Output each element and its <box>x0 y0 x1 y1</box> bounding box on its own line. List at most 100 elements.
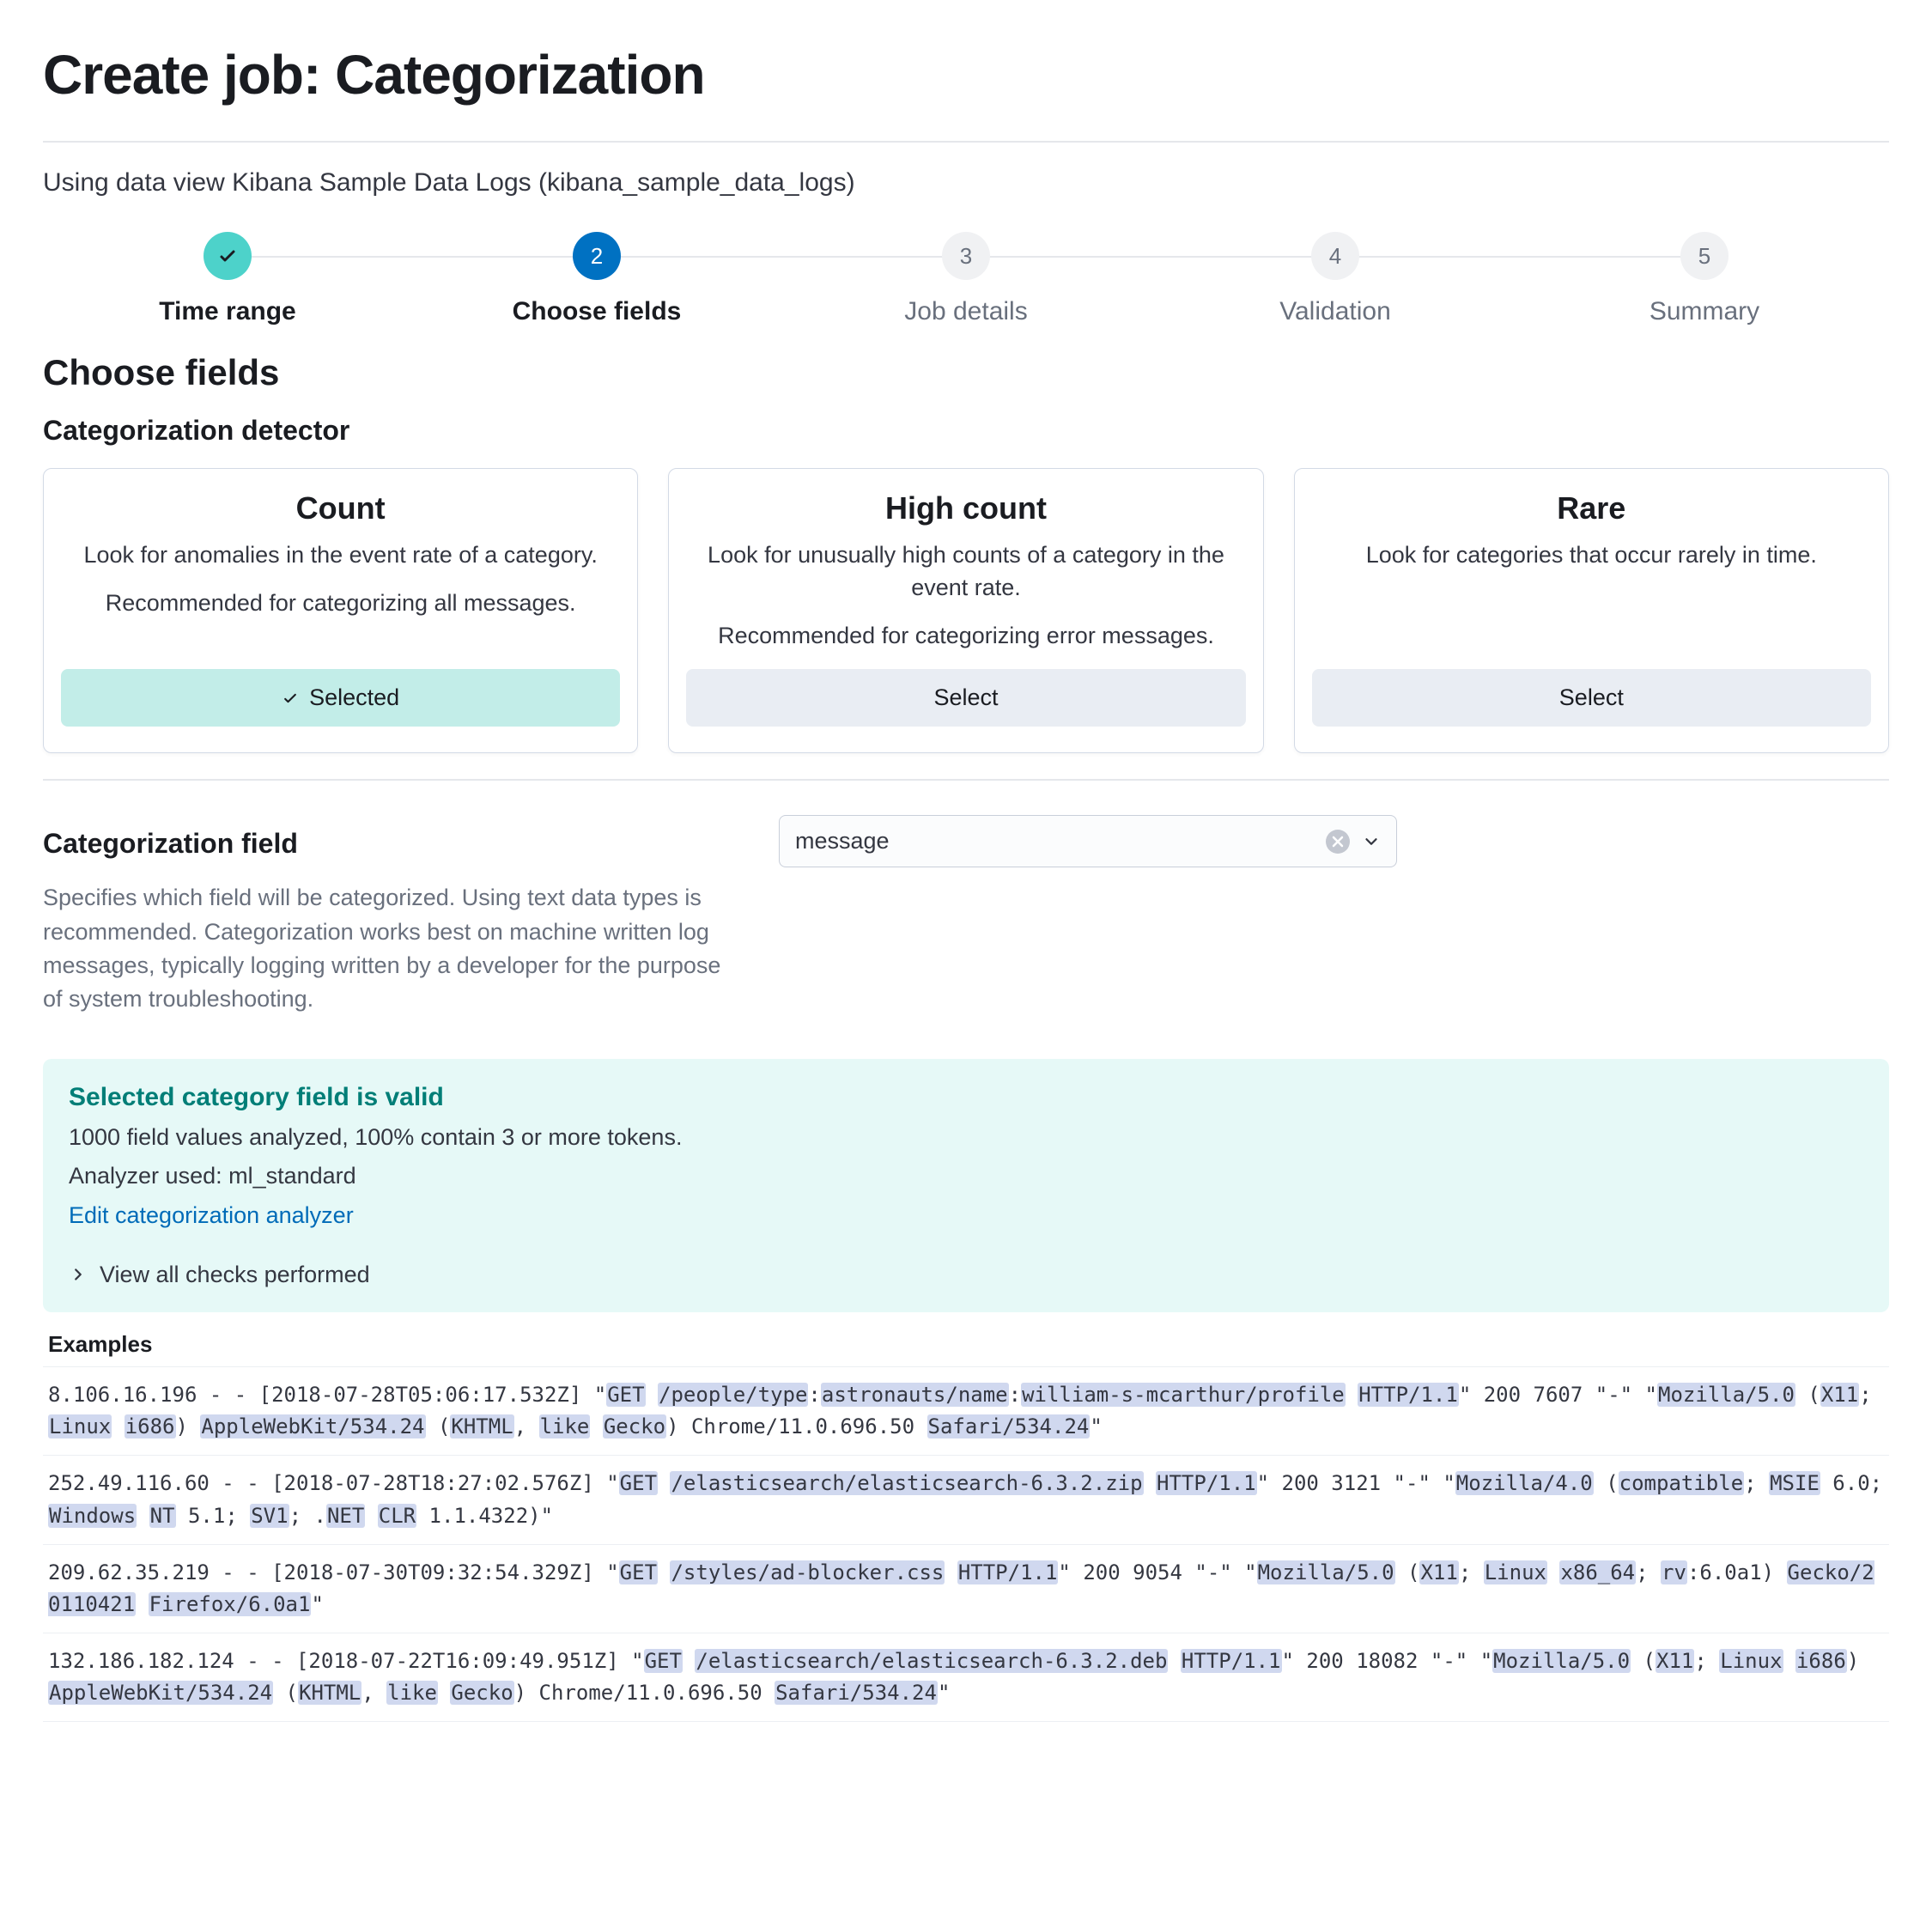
highlighted-token: Linux <box>48 1414 112 1438</box>
detector-desc: Look for categories that occur rarely in… <box>1312 539 1871 572</box>
step-5: 5 Summary <box>1520 232 1889 326</box>
highlighted-token: compatible <box>1619 1471 1745 1495</box>
step-circle: 4 <box>1311 232 1359 280</box>
highlighted-token: SV1 <box>250 1504 289 1528</box>
highlighted-token: Linux <box>1719 1649 1783 1673</box>
wizard-stepper: Time range 2 Choose fields 3 Job details 4Val… <box>43 232 1889 326</box>
categorization-field-desc: Specifies which field will be categorize… <box>43 881 744 1016</box>
categorization-field-combobox[interactable]: message <box>779 815 1397 867</box>
step-label: Job details <box>904 297 1027 326</box>
view-all-checks-toggle[interactable]: View all checks performed <box>69 1262 1863 1288</box>
log-example-row: 252.49.116.60 - - [2018-07-28T18:27:02.5… <box>43 1456 1889 1544</box>
log-example-row: 209.62.35.219 - - [2018-07-30T09:32:54.3… <box>43 1545 1889 1633</box>
highlighted-token: /elasticsearch/elasticsearch-6.3.2.zip <box>670 1471 1143 1495</box>
highlighted-token: Mozilla/5.0 <box>1257 1560 1395 1584</box>
highlighted-token: NT <box>149 1504 176 1528</box>
step-2: 2 Choose fields <box>412 232 781 326</box>
highlighted-token: /people/type <box>658 1383 808 1407</box>
examples-heading: Examples <box>48 1331 1889 1358</box>
highlighted-token: GET <box>644 1649 683 1673</box>
detector-title: Rare <box>1312 490 1871 526</box>
step-circle: 3 <box>942 232 990 280</box>
step-1[interactable]: Time range <box>43 232 412 326</box>
highlighted-token: KHTML <box>450 1414 513 1438</box>
divider <box>43 141 1889 143</box>
highlighted-token: i686 <box>1795 1649 1847 1673</box>
highlighted-token: NET <box>326 1504 365 1528</box>
combobox-value: message <box>795 828 1326 855</box>
highlighted-token: i686 <box>125 1414 176 1438</box>
section-choose-fields: Choose fields <box>43 352 1889 393</box>
highlighted-token: Gecko <box>450 1681 513 1705</box>
detector-card-high-count: High count Look for unusually high counts… <box>668 468 1263 753</box>
highlighted-token: Windows <box>48 1504 137 1528</box>
highlighted-token: Linux <box>1484 1560 1547 1584</box>
categorization-field-heading: Categorization field <box>43 828 744 860</box>
step-label: Time range <box>159 297 296 326</box>
highlighted-token: HTTP/1.1 <box>957 1560 1059 1584</box>
highlighted-token: GET <box>619 1471 658 1495</box>
examples-list: 8.106.16.196 - - [2018-07-28T05:06:17.53… <box>43 1366 1889 1723</box>
check-icon <box>282 690 299 707</box>
highlighted-token: X11 <box>1419 1560 1458 1584</box>
highlighted-token: MSIE <box>1769 1471 1820 1495</box>
step-label: Choose fields <box>513 297 682 326</box>
divider <box>43 779 1889 781</box>
highlighted-token: AppleWebKit/534.24 <box>200 1414 425 1438</box>
selected-button[interactable]: Selected <box>61 669 620 727</box>
step-label: Summary <box>1649 297 1759 326</box>
highlighted-token: Safari/534.24 <box>775 1681 938 1705</box>
highlighted-token: CLR <box>378 1504 416 1528</box>
highlighted-token: HTTP/1.1 <box>1181 1649 1282 1673</box>
highlighted-token: x86_64 <box>1559 1560 1636 1584</box>
detector-title: Count <box>61 490 620 526</box>
highlighted-token: /styles/ad-blocker.css <box>670 1560 945 1584</box>
log-example-row: 8.106.16.196 - - [2018-07-28T05:06:17.53… <box>43 1366 1889 1456</box>
highlighted-token: /elasticsearch/elasticsearch-6.3.2.deb <box>695 1649 1168 1673</box>
highlighted-token: GET <box>619 1560 658 1584</box>
view-all-checks-label: View all checks performed <box>100 1262 370 1288</box>
detector-card-count: Count Look for anomalies in the event rat… <box>43 468 638 753</box>
chevron-down-icon[interactable] <box>1362 832 1381 851</box>
highlighted-token: Mozilla/5.0 <box>1657 1383 1795 1407</box>
highlighted-token: Gecko <box>603 1414 666 1438</box>
clear-icon[interactable] <box>1326 830 1350 854</box>
select-button[interactable]: Select <box>1312 669 1871 727</box>
highlighted-token: like <box>386 1681 438 1705</box>
detector-card-rare: Rare Look for categories that occur rarel… <box>1294 468 1889 753</box>
highlighted-token: X11 <box>1820 1383 1859 1407</box>
detector-desc: Look for unusually high counts of a cate… <box>686 539 1245 605</box>
callout-title: Selected category field is valid <box>69 1083 1863 1112</box>
highlighted-token: Mozilla/5.0 <box>1492 1649 1631 1673</box>
detector-desc: Look for anomalies in the event rate of … <box>61 539 620 572</box>
highlighted-token: GET <box>606 1383 645 1407</box>
highlighted-token: HTTP/1.1 <box>1156 1471 1257 1495</box>
detector-heading: Categorization detector <box>43 415 1889 447</box>
check-icon <box>217 246 238 266</box>
highlighted-token: william-s-mcarthur/profile <box>1021 1383 1346 1407</box>
highlighted-token: Safari/534.24 <box>927 1414 1091 1438</box>
validation-callout: Selected category field is valid 1000 fi… <box>43 1059 1889 1312</box>
highlighted-token: Firefox/6.0a1 <box>149 1592 312 1616</box>
step-3: 3 Job details <box>781 232 1151 326</box>
step-circle <box>204 232 252 280</box>
detector-recommendation: Recommended for categorizing all message… <box>61 587 620 620</box>
highlighted-token: HTTP/1.1 <box>1358 1383 1459 1407</box>
step-circle: 5 <box>1680 232 1728 280</box>
step-circle: 2 <box>573 232 621 280</box>
chevron-right-icon <box>69 1265 88 1284</box>
highlighted-token: astronauts/name <box>821 1383 1009 1407</box>
callout-line-tokens: 1000 field values analyzed, 100% contain… <box>69 1124 1863 1151</box>
detector-title: High count <box>686 490 1245 526</box>
step-4: 4Validation <box>1151 232 1520 326</box>
highlighted-token: Mozilla/4.0 <box>1455 1471 1594 1495</box>
log-example-row: 132.186.182.124 - - [2018-07-22T16:09:49… <box>43 1633 1889 1722</box>
highlighted-token: X11 <box>1656 1649 1694 1673</box>
detector-recommendation: Recommended for categorizing error messa… <box>686 620 1245 653</box>
data-view-label: Using data view Kibana Sample Data Logs … <box>43 168 1889 198</box>
detector-cards: Count Look for anomalies in the event rat… <box>43 468 1889 753</box>
highlighted-token: AppleWebKit/534.24 <box>48 1681 273 1705</box>
edit-analyzer-link[interactable]: Edit categorization analyzer <box>69 1202 354 1229</box>
select-button[interactable]: Select <box>686 669 1245 727</box>
highlighted-token: like <box>539 1414 591 1438</box>
